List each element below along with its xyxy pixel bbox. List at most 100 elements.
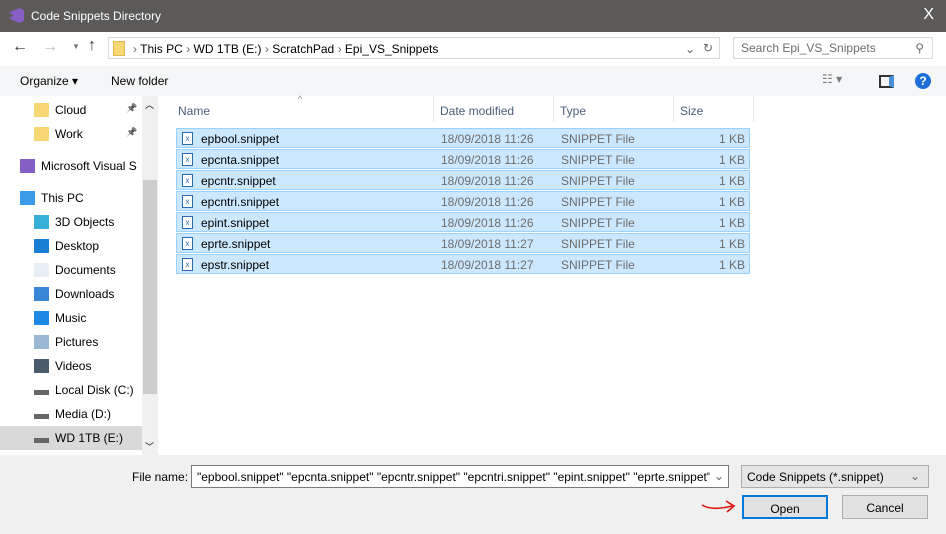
3d-objects-icon bbox=[34, 215, 49, 229]
file-date: 18/09/2018 11:26 bbox=[441, 216, 534, 230]
file-type: SNIPPET File bbox=[561, 237, 635, 251]
snippet-file-icon: x bbox=[182, 195, 193, 208]
file-type-select[interactable]: Code Snippets (*.snippet) ⌄ bbox=[741, 465, 929, 488]
back-icon[interactable]: ← bbox=[12, 38, 28, 56]
file-name: epcntr.snippet bbox=[201, 174, 276, 188]
file-date: 18/09/2018 11:26 bbox=[441, 195, 534, 209]
refresh-icon[interactable]: ↻ bbox=[703, 41, 713, 55]
file-row[interactable]: x eprte.snippet 18/09/2018 11:27 SNIPPET… bbox=[176, 233, 750, 253]
snippet-file-icon: x bbox=[182, 258, 193, 271]
documents-icon bbox=[34, 263, 49, 277]
file-name-input[interactable]: "epbool.snippet" "epcnta.snippet" "epcnt… bbox=[191, 465, 729, 488]
nav-item-label: Desktop bbox=[55, 239, 100, 253]
cancel-button[interactable]: Cancel bbox=[842, 495, 928, 519]
drive-icon bbox=[34, 438, 49, 443]
crumb[interactable]: This PC bbox=[140, 42, 183, 56]
up-icon[interactable]: ↑ bbox=[88, 37, 96, 55]
file-name-value: "epbool.snippet" "epcnta.snippet" "epcnt… bbox=[197, 470, 728, 484]
nav-item-label: Media (D:) bbox=[55, 407, 112, 421]
help-icon[interactable]: ? bbox=[915, 73, 931, 89]
file-type: SNIPPET File bbox=[561, 153, 635, 167]
column-header-name[interactable]: Name ^ bbox=[172, 94, 434, 122]
file-row[interactable]: x epcntr.snippet 18/09/2018 11:26 SNIPPE… bbox=[176, 170, 750, 190]
search-icon: ⚲ bbox=[915, 41, 924, 55]
nav-item[interactable]: Videos bbox=[0, 354, 142, 378]
visual-studio-icon bbox=[20, 159, 35, 173]
view-options-icon[interactable]: ☷ ▾ bbox=[822, 72, 842, 86]
snippet-file-icon: x bbox=[182, 153, 193, 166]
file-name-dropdown-icon[interactable]: ⌄ bbox=[710, 466, 728, 487]
visual-studio-icon bbox=[9, 8, 24, 23]
file-row[interactable]: x epbool.snippet 18/09/2018 11:26 SNIPPE… bbox=[176, 128, 750, 148]
footer: File name: "epbool.snippet" "epcnta.snip… bbox=[0, 455, 946, 534]
folder-icon bbox=[34, 127, 49, 141]
nav-item[interactable]: Local Disk (C:) bbox=[0, 378, 142, 402]
file-name: epcntri.snippet bbox=[201, 195, 280, 209]
file-row[interactable]: x epint.snippet 18/09/2018 11:26 SNIPPET… bbox=[176, 212, 750, 232]
nav-item[interactable]: WD 1TB (E:) bbox=[0, 426, 142, 450]
pin-icon: 📌 bbox=[126, 127, 138, 137]
address-bar[interactable]: › This PC › WD 1TB (E:) › ScratchPad › E… bbox=[108, 37, 720, 59]
file-size: 1 KB bbox=[718, 153, 745, 167]
file-name-label: File name: bbox=[132, 470, 189, 484]
folder-icon bbox=[113, 41, 125, 56]
nav-item-label: This PC bbox=[41, 191, 84, 205]
computer-icon bbox=[20, 191, 35, 205]
crumb[interactable]: ScratchPad bbox=[272, 42, 334, 56]
file-type-value: Code Snippets (*.snippet) bbox=[747, 470, 884, 484]
search-placeholder: Search Epi_VS_Snippets bbox=[741, 41, 876, 55]
pictures-icon bbox=[34, 335, 49, 349]
preview-pane-icon[interactable] bbox=[879, 75, 894, 88]
nav-item-label: Documents bbox=[55, 263, 116, 277]
crumb[interactable]: WD 1TB (E:) bbox=[194, 42, 262, 56]
nav-item-label: Videos bbox=[55, 359, 92, 373]
file-name: epbool.snippet bbox=[201, 132, 280, 146]
file-type: SNIPPET File bbox=[561, 258, 635, 272]
snippet-file-icon: x bbox=[182, 237, 193, 250]
file-size: 1 KB bbox=[718, 258, 745, 272]
title-bar: Code Snippets Directory X bbox=[0, 0, 946, 32]
crumb[interactable]: Epi_VS_Snippets bbox=[345, 42, 438, 56]
pin-icon: 📌 bbox=[126, 103, 138, 113]
window-title: Code Snippets Directory bbox=[31, 9, 162, 23]
close-button[interactable]: X bbox=[923, 6, 934, 24]
forward-icon[interactable]: → bbox=[42, 38, 58, 56]
file-row[interactable]: x epstr.snippet 18/09/2018 11:27 SNIPPET… bbox=[176, 254, 750, 274]
file-row[interactable]: x epcnta.snippet 18/09/2018 11:26 SNIPPE… bbox=[176, 149, 750, 169]
nav-item[interactable]: 3D Objects bbox=[0, 210, 142, 234]
snippet-file-icon: x bbox=[182, 132, 193, 145]
nav-item[interactable]: Microsoft Visual S bbox=[0, 154, 142, 178]
file-name: epint.snippet bbox=[201, 216, 270, 230]
file-type: SNIPPET File bbox=[561, 216, 635, 230]
nav-item[interactable]: Music bbox=[0, 306, 142, 330]
nav-item[interactable]: Media (D:) bbox=[0, 402, 142, 426]
red-arrow-annotation bbox=[701, 500, 736, 513]
nav-scrollbar[interactable]: ︿ ﹀ bbox=[142, 96, 158, 455]
open-button[interactable]: Open bbox=[742, 495, 828, 519]
scrollbar-thumb[interactable] bbox=[143, 180, 157, 394]
nav-item-label: Downloads bbox=[55, 287, 115, 301]
nav-item[interactable]: Pictures bbox=[0, 330, 142, 354]
nav-item[interactable]: Downloads bbox=[0, 282, 142, 306]
column-header-date[interactable]: Date modified bbox=[434, 96, 554, 122]
new-folder-button[interactable]: New folder bbox=[111, 74, 168, 88]
chevron-down-icon: ⌄ bbox=[909, 469, 920, 483]
file-size: 1 KB bbox=[718, 195, 745, 209]
nav-item[interactable]: Cloud 📌 bbox=[0, 98, 142, 122]
column-header-size[interactable]: Size bbox=[674, 96, 754, 122]
nav-item-label: 3D Objects bbox=[55, 215, 115, 229]
recent-chevron-icon[interactable]: ▼ bbox=[72, 42, 80, 51]
folder-icon bbox=[34, 103, 49, 117]
nav-item[interactable]: Work 📌 bbox=[0, 122, 142, 146]
nav-item[interactable]: This PC bbox=[0, 186, 142, 210]
nav-item[interactable]: Documents bbox=[0, 258, 142, 282]
nav-item[interactable]: Desktop bbox=[0, 234, 142, 258]
organize-button[interactable]: Organize ▾ bbox=[20, 74, 78, 88]
nav-item-label: Cloud bbox=[55, 103, 87, 117]
nav-item-label: Pictures bbox=[55, 335, 99, 349]
column-header-type[interactable]: Type bbox=[554, 96, 674, 122]
address-dropdown-icon[interactable]: ⌄ bbox=[685, 42, 695, 56]
search-input[interactable]: Search Epi_VS_Snippets ⚲ bbox=[733, 37, 933, 59]
file-date: 18/09/2018 11:26 bbox=[441, 174, 534, 188]
file-row[interactable]: x epcntri.snippet 18/09/2018 11:26 SNIPP… bbox=[176, 191, 750, 211]
